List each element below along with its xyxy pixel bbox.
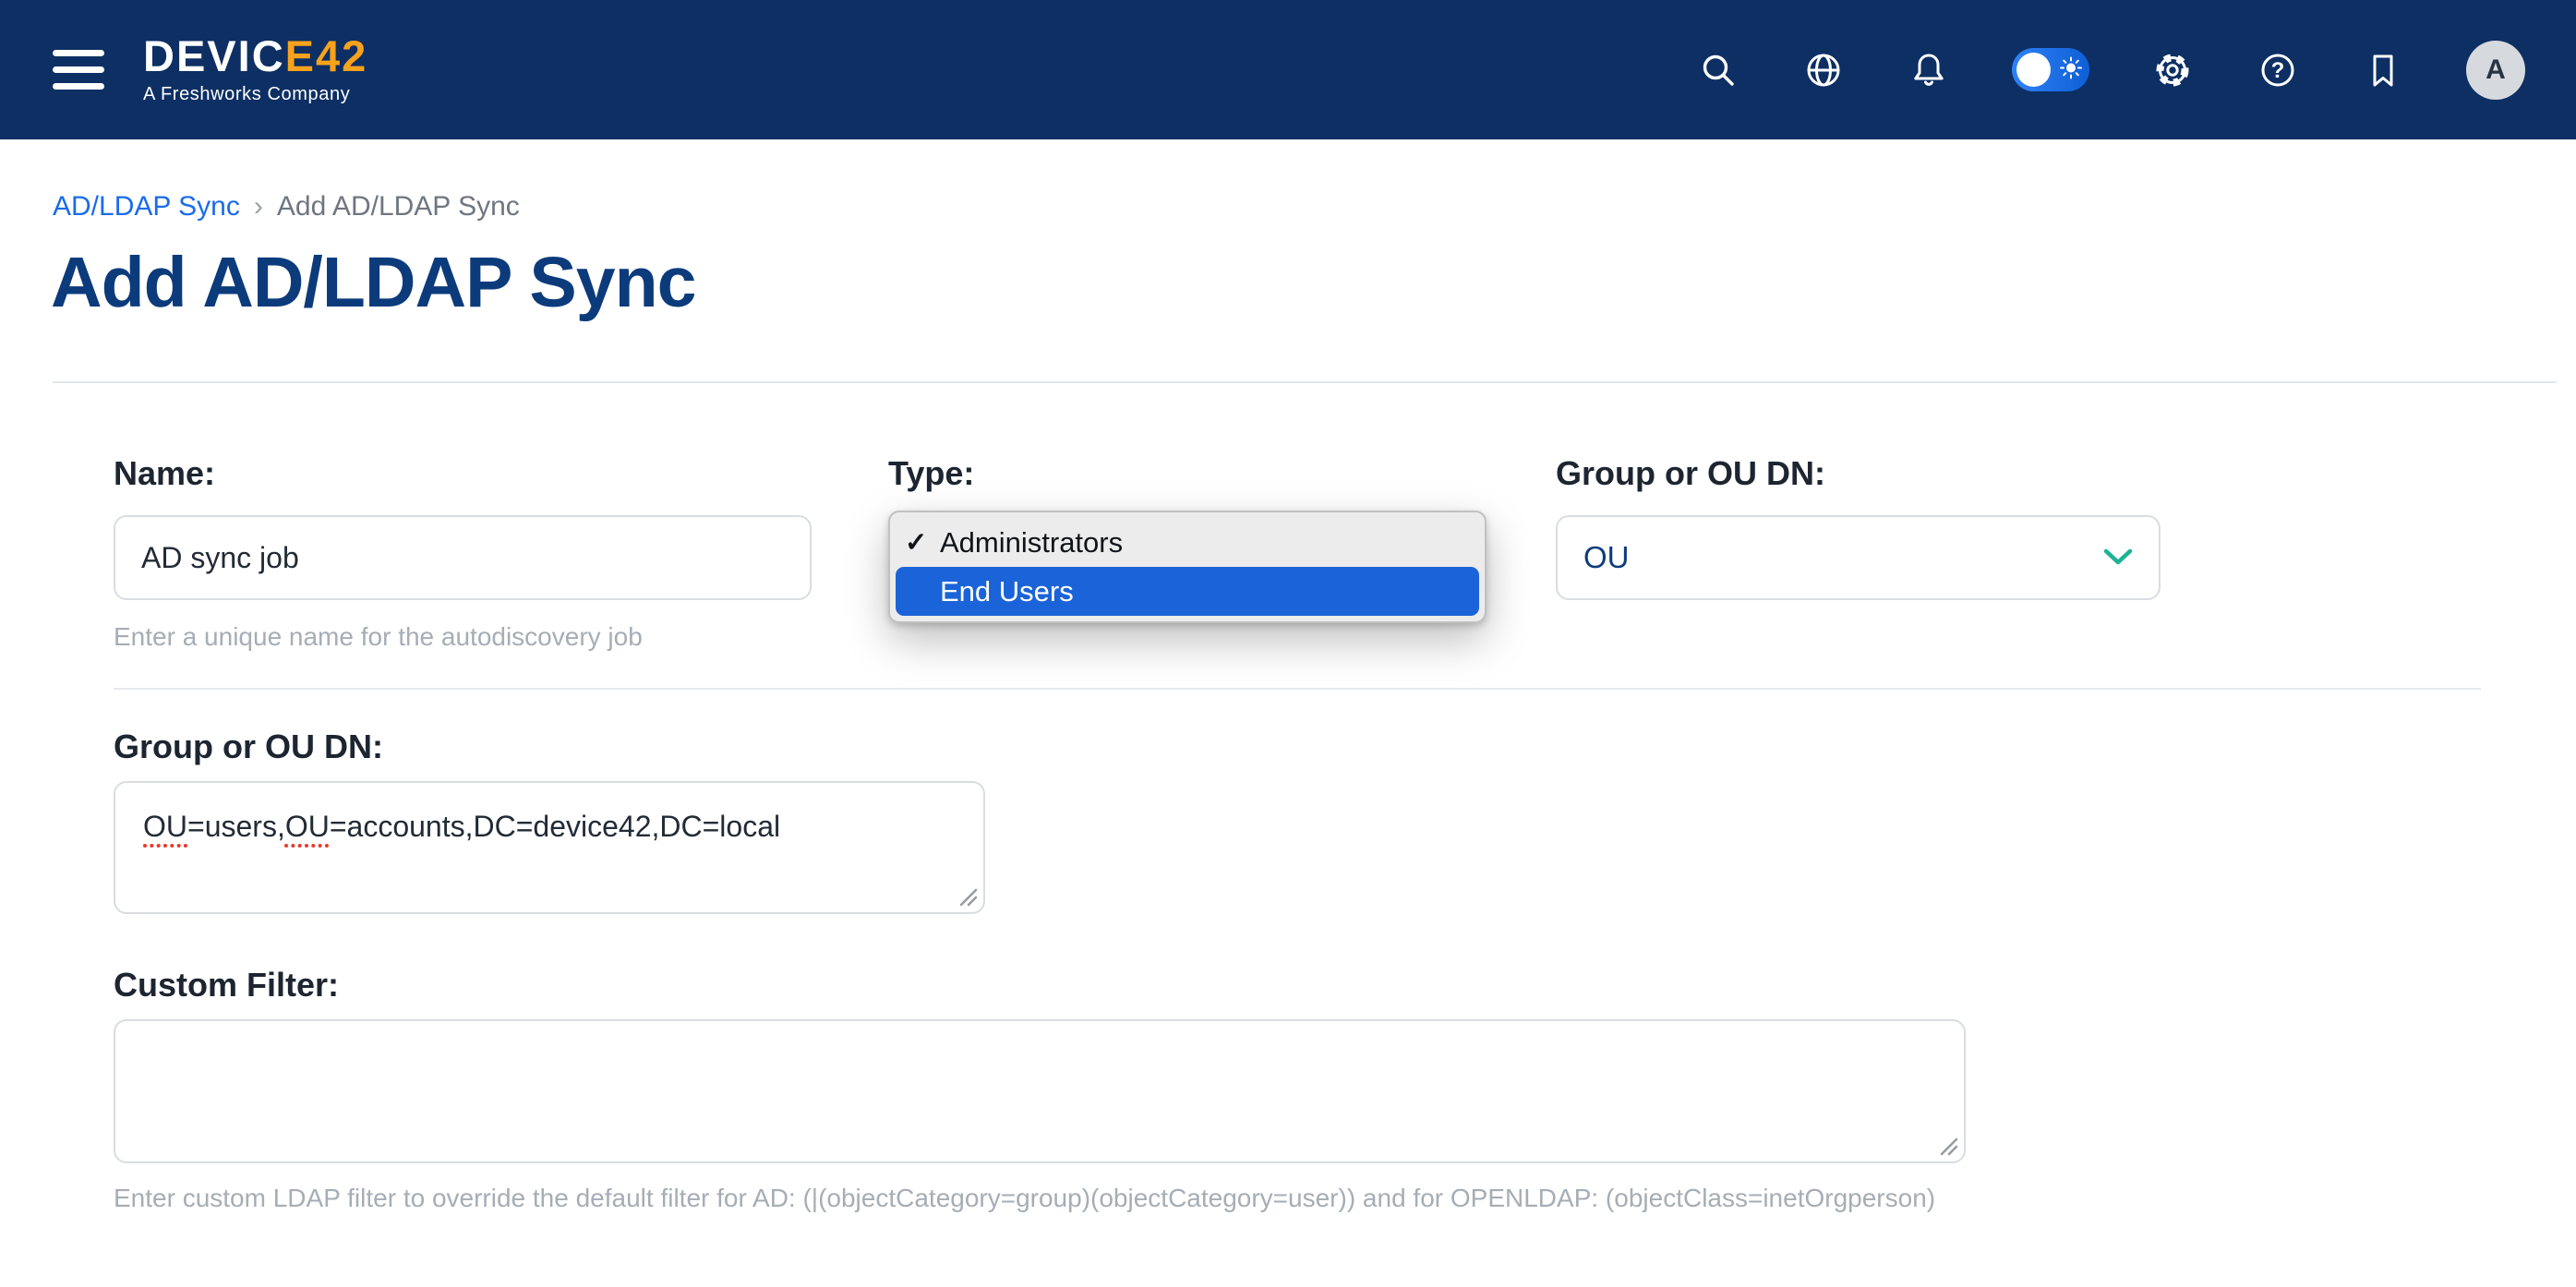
- check-icon: ✓: [905, 526, 940, 559]
- menu-bar: [53, 66, 104, 73]
- type-option-label: Administrators: [940, 526, 1123, 559]
- breadcrumb-separator: ›: [254, 191, 263, 223]
- group-ou-dn-select[interactable]: OU: [1556, 515, 2161, 600]
- theme-toggle[interactable]: [2012, 48, 2089, 91]
- user-avatar[interactable]: A: [2466, 41, 2525, 100]
- brand-subtitle: A Freshworks Company: [143, 84, 367, 105]
- group-ou-dn-label: Group or OU DN:: [1556, 454, 1825, 493]
- breadcrumb-link[interactable]: AD/LDAP Sync: [53, 191, 240, 223]
- type-dropdown: ✓ Administrators End Users: [888, 511, 1487, 623]
- type-option-label: End Users: [940, 575, 1074, 608]
- name-helper-text: Enter a unique name for the autodiscover…: [114, 622, 643, 652]
- toggle-knob: [2016, 53, 2051, 87]
- bell-icon[interactable]: [1907, 48, 1951, 92]
- bookmark-icon[interactable]: [2361, 48, 2405, 92]
- gear-icon[interactable]: [2150, 48, 2195, 92]
- breadcrumb: AD/LDAP Sync › Add AD/LDAP Sync: [53, 191, 520, 223]
- group-dn-textarea[interactable]: OU=users,OU=accounts,DC=device42,DC=loca…: [114, 781, 985, 914]
- sun-icon: [2060, 56, 2082, 83]
- top-navbar: DEVICE42 A Freshworks Company: [0, 0, 2576, 139]
- group-dn-label: Group or OU DN:: [114, 728, 383, 766]
- breadcrumb-current: Add AD/LDAP Sync: [277, 191, 520, 223]
- brand-text: DEVICE42: [143, 34, 367, 78]
- svg-text:?: ?: [2271, 58, 2285, 83]
- type-option-end-users[interactable]: End Users: [896, 567, 1479, 616]
- chevron-down-icon: [2103, 548, 2133, 567]
- resize-handle-icon[interactable]: [1935, 1133, 1959, 1157]
- help-icon[interactable]: ?: [2256, 48, 2300, 92]
- navbar-actions: ? A: [1696, 41, 2576, 100]
- section-divider: [114, 688, 2481, 690]
- custom-filter-label: Custom Filter:: [114, 966, 339, 1004]
- hamburger-menu-icon[interactable]: [53, 50, 104, 90]
- page-title: Add AD/LDAP Sync: [51, 242, 695, 324]
- globe-icon[interactable]: [1801, 48, 1846, 92]
- brand-text-accent: E42: [285, 31, 368, 80]
- name-input[interactable]: [114, 515, 812, 600]
- menu-bar: [53, 50, 104, 56]
- type-label: Type:: [888, 454, 974, 493]
- group-dn-content: OU=users,OU=accounts,DC=device42,DC=loca…: [115, 783, 983, 872]
- custom-filter-helper-text: Enter custom LDAP filter to override the…: [114, 1184, 1935, 1213]
- resize-handle-icon[interactable]: [955, 884, 979, 908]
- type-option-administrators[interactable]: ✓ Administrators: [896, 518, 1479, 567]
- brand-text-white: DEVIC: [143, 31, 285, 80]
- custom-filter-content: [115, 1021, 1964, 1071]
- group-ou-dn-select-value: OU: [1583, 540, 1630, 575]
- avatar-letter: A: [2486, 54, 2506, 86]
- menu-bar: [53, 83, 104, 90]
- brand-logo[interactable]: DEVICE42 A Freshworks Company: [143, 34, 367, 105]
- search-icon[interactable]: [1696, 48, 1740, 92]
- page: DEVICE42 A Freshworks Company: [0, 0, 2576, 1287]
- name-label: Name:: [114, 454, 215, 493]
- custom-filter-textarea[interactable]: [114, 1019, 1966, 1163]
